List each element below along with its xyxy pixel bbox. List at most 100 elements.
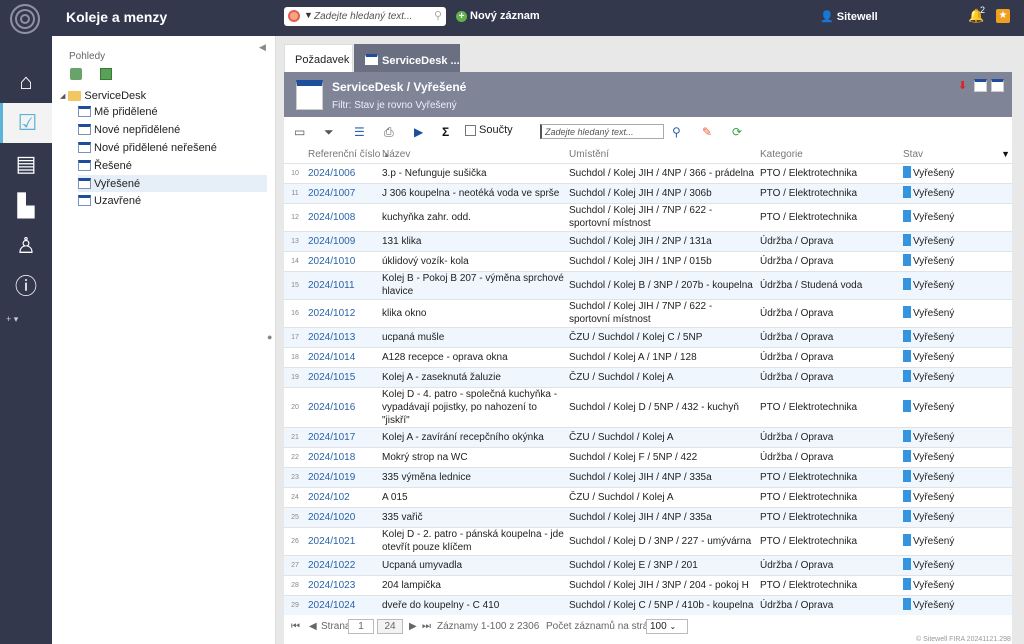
app-logo[interactable] — [10, 4, 40, 34]
col-name[interactable]: Název — [380, 147, 567, 163]
per-page-select[interactable]: 100 ⌄ — [646, 619, 688, 634]
ref-link[interactable]: 2024/1009 — [306, 230, 380, 251]
ref-link[interactable]: 2024/1018 — [306, 446, 380, 467]
name-cell: 3.p - Nefunguje sušička — [380, 162, 567, 183]
tree-item[interactable]: Mě přidělené — [78, 103, 158, 120]
table-row[interactable]: 16 2024/1012 klika okno Suchdol / Kolej JIH… — [284, 298, 1012, 327]
last-page-icon[interactable]: ⏭ — [422, 621, 431, 632]
search-scope-icon[interactable] — [288, 10, 300, 22]
table-row[interactable]: 29 2024/1024 dveře do koupelny - C 410 Such… — [284, 594, 1012, 615]
chevron-down-icon[interactable]: ▼ — [304, 10, 313, 20]
table-row[interactable]: 14 2024/1010 úklidový vozík- kola Suchdol /… — [284, 250, 1012, 271]
new-record-button[interactable]: + Nový záznam — [456, 10, 540, 22]
ref-link[interactable]: 2024/1020 — [306, 506, 380, 527]
tree-item[interactable]: Řešené — [78, 157, 132, 174]
table-row[interactable]: 11 2024/1007 J 306 koupelna - neotéká voda… — [284, 182, 1012, 203]
table-row[interactable]: 15 2024/1011 Kolej B - Pokoj B 207 - výměn… — [284, 270, 1012, 299]
location-cell: Suchdol / Kolej A / 1NP / 128 — [567, 346, 758, 367]
ref-link[interactable]: 2024/1013 — [306, 326, 380, 347]
grid-search-input[interactable]: Zadejte hledaný text... — [540, 124, 664, 139]
table-row[interactable]: 19 2024/1015 Kolej A - zaseknutá žaluzie ČZ… — [284, 366, 1012, 387]
tab-servicedesk[interactable]: ServiceDesk ... — [354, 44, 460, 72]
inbox-icon[interactable]: ☑ — [0, 103, 52, 143]
sum-icon[interactable]: Σ — [442, 125, 449, 139]
table-row[interactable]: 22 2024/1018 Mokrý strop na WC Suchdol / Ko… — [284, 446, 1012, 467]
home-icon[interactable]: ⌂ — [0, 62, 52, 102]
prev-page-icon[interactable]: ◀ — [309, 621, 317, 632]
table-row[interactable]: 12 2024/1008 kuchyňka zahr. odd. Suchdol / … — [284, 202, 1012, 231]
ref-link[interactable]: 2024/1006 — [306, 162, 380, 183]
search-icon[interactable]: ⚲ — [672, 125, 681, 139]
eraser-icon[interactable]: ✎ — [702, 125, 712, 139]
favorites-star-icon[interactable]: ★ — [996, 9, 1010, 23]
ref-link[interactable]: 2024/1007 — [306, 182, 380, 203]
column-menu-icon[interactable]: ▼ — [1001, 149, 1010, 159]
ref-link[interactable]: 2024/1015 — [306, 366, 380, 387]
ref-link[interactable]: 2024/1014 — [306, 346, 380, 367]
tree-item-selected[interactable]: Vyřešené — [78, 175, 267, 192]
help-icon[interactable]: ⓘ — [0, 267, 52, 307]
search-icon[interactable]: ⚲ — [434, 9, 442, 22]
col-category[interactable]: Kategorie — [758, 147, 901, 163]
table-row[interactable]: 20 2024/1016 Kolej D - 4. patro - společná… — [284, 386, 1012, 427]
status-cell: Vyřešený — [901, 346, 1012, 367]
status-color-icon — [903, 330, 911, 342]
next-page-icon[interactable]: ▶ — [409, 621, 417, 632]
page-input[interactable]: 1 — [348, 619, 374, 634]
refresh-icon[interactable]: ⟳ — [732, 125, 742, 139]
print-icon[interactable]: ⎙ — [384, 125, 394, 140]
first-page-icon[interactable]: ⏮ — [291, 621, 300, 632]
tree-item[interactable]: Nové přidělené neřešené — [78, 139, 217, 156]
table-row[interactable]: 17 2024/1013 ucpaná mušle ČZU / Suchdol / K… — [284, 326, 1012, 347]
ref-link[interactable]: 2024/102 — [306, 486, 380, 507]
tab-pozadavek[interactable]: Požadavek — [284, 44, 353, 72]
col-location[interactable]: Umístění — [567, 147, 758, 163]
play-icon[interactable]: ▶ — [414, 125, 423, 139]
ref-link[interactable]: 2024/1023 — [306, 574, 380, 595]
manage-views-icon[interactable] — [70, 68, 82, 80]
sums-checkbox[interactable]: Součty — [465, 124, 513, 136]
table-row[interactable]: 21 2024/1017 Kolej A - zavírání recepčního… — [284, 426, 1012, 447]
table-row[interactable]: 28 2024/1023 204 lampička Suchdol / Kolej J… — [284, 574, 1012, 595]
col-status[interactable]: Stav ▼ — [901, 147, 1012, 163]
resize-handle-icon[interactable]: ● — [267, 332, 272, 342]
table-row[interactable]: 25 2024/1020 335 vařič Suchdol / Kolej JIH … — [284, 506, 1012, 527]
ref-link[interactable]: 2024/1016 — [306, 386, 380, 427]
table-row[interactable]: 23 2024/1019 335 výměna lednice Suchdol / K… — [284, 466, 1012, 487]
ref-link[interactable]: 2024/1022 — [306, 554, 380, 575]
export-excel-icon[interactable] — [974, 79, 987, 92]
table-row[interactable]: 10 2024/1006 3.p - Nefunguje sušička Suchdo… — [284, 162, 1012, 183]
ref-link[interactable]: 2024/1012 — [306, 298, 380, 327]
ref-link[interactable]: 2024/1019 — [306, 466, 380, 487]
tree-root[interactable]: ◢ ServiceDesk — [60, 87, 146, 104]
table-row[interactable]: 27 2024/1022 Ucpaná umyvadla Suchdol / Kole… — [284, 554, 1012, 575]
ref-link[interactable]: 2024/1011 — [306, 270, 380, 299]
export-views-icon[interactable] — [100, 68, 112, 80]
nav-more[interactable]: + ▾ — [6, 314, 18, 325]
sort-icon[interactable]: ☰ — [354, 125, 365, 139]
expand-icon[interactable]: ◢ — [60, 92, 65, 100]
checkbox-box[interactable] — [465, 124, 476, 136]
col-ref[interactable]: Referenční číslo ▲ — [306, 147, 390, 163]
document-icon[interactable]: ▤ — [0, 144, 52, 184]
table-settings-icon[interactable] — [991, 79, 1004, 92]
filter-icon[interactable]: ⏷ — [324, 125, 334, 140]
table-row[interactable]: 18 2024/1014 A128 recepce - oprava okna Suc… — [284, 346, 1012, 367]
ref-link[interactable]: 2024/1010 — [306, 250, 380, 271]
global-search-input[interactable]: ▼ Zadejte hledaný text... ⚲ — [284, 7, 446, 26]
ref-link[interactable]: 2024/1008 — [306, 202, 380, 231]
user-icon[interactable]: ♙ — [0, 226, 52, 266]
table-row[interactable]: 24 2024/102 A 015 ČZU / Suchdol / Kolej A PT… — [284, 486, 1012, 507]
factory-icon[interactable]: ▙ — [0, 186, 52, 226]
collapse-icon[interactable]: ◀ — [259, 42, 266, 53]
ref-link[interactable]: 2024/1024 — [306, 594, 380, 615]
table-row[interactable]: 26 2024/1021 Kolej D - 2. patro - pánská k… — [284, 526, 1012, 555]
new-item-icon[interactable]: ▭ — [294, 125, 305, 139]
ref-link[interactable]: 2024/1017 — [306, 426, 380, 447]
tree-item[interactable]: Nové nepřidělené — [78, 121, 180, 138]
ref-link[interactable]: 2024/1021 — [306, 526, 380, 555]
user-menu[interactable]: 👤 Sitewell — [820, 10, 878, 23]
table-row[interactable]: 13 2024/1009 131 klika Suchdol / Kolej JIH … — [284, 230, 1012, 251]
tree-item[interactable]: Uzavřené — [78, 192, 141, 209]
pin-icon[interactable]: ⬇ — [958, 79, 967, 92]
